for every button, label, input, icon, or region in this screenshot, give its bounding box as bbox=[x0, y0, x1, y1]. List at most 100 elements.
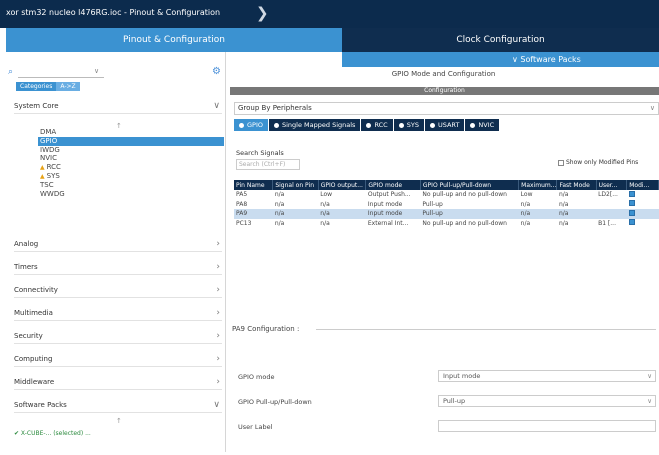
column-header[interactable]: Pin Name bbox=[234, 180, 274, 190]
list-item-rcc[interactable]: ▲ RCC bbox=[38, 163, 224, 172]
gear-icon[interactable]: ⚙ bbox=[212, 66, 221, 77]
category-label: Analog bbox=[14, 240, 39, 248]
configuration-bar: Configuration bbox=[230, 87, 659, 95]
tab-label: Single Mapped Signals bbox=[282, 121, 356, 129]
group-by-select[interactable]: Group By Peripherals ∨ bbox=[234, 102, 659, 115]
tab-categories[interactable]: Categories bbox=[16, 82, 57, 91]
table-cell: n/a bbox=[320, 200, 330, 208]
table-row[interactable]: PA8 n/a n/a Input mode Pull-up n/a n/a bbox=[234, 200, 659, 210]
category-software-packs[interactable]: Software Packs ∨ bbox=[14, 400, 222, 413]
tab-sys[interactable]: SYS bbox=[393, 119, 424, 131]
column-header[interactable]: GPIO Pull-up/Pull-down bbox=[420, 180, 520, 190]
software-pack-item[interactable]: ✔ X-CUBE-... (selected) ... bbox=[14, 430, 91, 437]
chevron-right-icon: › bbox=[216, 308, 220, 318]
chevron-right-icon: › bbox=[216, 331, 220, 341]
table-row[interactable]: PA5 n/a Low Output Push... No pull-up an… bbox=[234, 190, 659, 200]
chevron-down-icon: ∨ bbox=[649, 104, 655, 112]
modified-checkbox-icon[interactable] bbox=[628, 219, 635, 226]
category-label: Timers bbox=[14, 263, 38, 271]
column-header[interactable]: Modi... bbox=[626, 180, 659, 190]
category-analog[interactable]: Analog › bbox=[14, 239, 222, 252]
tab-usart[interactable]: USART bbox=[424, 119, 465, 131]
table-cell: n/a bbox=[272, 209, 319, 219]
modified-checkbox-icon[interactable] bbox=[628, 190, 635, 197]
category-system-core[interactable]: System Core ∨ bbox=[14, 101, 222, 114]
column-header[interactable]: GPIO mode bbox=[365, 180, 421, 190]
gpio-pull-select[interactable]: Pull-up ∨ bbox=[438, 395, 656, 407]
tab-a-z[interactable]: A->Z bbox=[56, 82, 80, 91]
tab-label: RCC bbox=[374, 121, 388, 129]
status-dot-icon bbox=[470, 122, 476, 128]
status-dot-icon bbox=[429, 122, 435, 128]
table-cell: PA8 bbox=[236, 200, 248, 208]
list-item-iwdg[interactable]: IWDG bbox=[38, 146, 224, 155]
gpio-mode-select[interactable]: Input mode ∨ bbox=[438, 370, 656, 382]
divider bbox=[316, 329, 656, 330]
category-label: Software Packs bbox=[14, 401, 67, 409]
table-cell: PA5 bbox=[236, 191, 248, 199]
search-input[interactable] bbox=[18, 68, 104, 78]
search-signals-label: Search Signals bbox=[236, 149, 284, 157]
column-header[interactable]: GPIO output... bbox=[318, 180, 367, 190]
table-cell[interactable] bbox=[627, 219, 659, 229]
table-cell bbox=[596, 200, 627, 210]
category-label: Multimedia bbox=[14, 309, 53, 317]
chevron-right-icon: › bbox=[216, 377, 220, 387]
table-cell: n/a bbox=[274, 200, 285, 208]
column-header[interactable]: Signal on Pin bbox=[272, 180, 319, 190]
modified-checkbox-icon[interactable] bbox=[628, 209, 635, 216]
category-security[interactable]: Security › bbox=[14, 331, 222, 344]
list-item-sys[interactable]: ▲ SYS bbox=[38, 172, 224, 181]
system-core-list: DMA GPIO IWDG NVIC ▲ RCC ▲ SYS TSC WWDG bbox=[38, 128, 224, 198]
chevron-right-icon: › bbox=[216, 285, 220, 295]
tab-pinout-configuration[interactable]: Pinout & Configuration bbox=[6, 28, 342, 52]
warning-icon: ▲ bbox=[40, 172, 45, 180]
list-item-wwdg[interactable]: WWDG bbox=[38, 190, 224, 199]
table-cell bbox=[596, 209, 627, 219]
user-label-input[interactable] bbox=[438, 420, 656, 432]
tab-single-mapped-signals[interactable]: Single Mapped Signals bbox=[269, 119, 361, 131]
category-middleware[interactable]: Middleware › bbox=[14, 377, 222, 390]
table-row-selected[interactable]: PA9 n/a n/a Input mode Pull-up n/a n/a bbox=[234, 209, 659, 219]
table-cell: Pull-up bbox=[422, 200, 443, 208]
table-cell: n/a bbox=[274, 219, 285, 227]
list-item-tsc[interactable]: TSC bbox=[38, 181, 224, 190]
table-cell: n/a bbox=[558, 200, 569, 208]
tab-rcc[interactable]: RCC bbox=[361, 119, 393, 131]
search-signals-input[interactable]: Search (Ctrl+F) bbox=[236, 159, 300, 170]
tab-gpio[interactable]: GPIO bbox=[234, 119, 268, 131]
table-cell: Output Push... bbox=[367, 191, 411, 199]
chevron-down-icon[interactable]: ∨ bbox=[94, 67, 99, 75]
table-cell: n/a bbox=[318, 209, 366, 219]
category-label: Middleware bbox=[14, 378, 55, 386]
category-label: Connectivity bbox=[14, 286, 58, 294]
column-header[interactable]: Maximum... bbox=[518, 180, 558, 190]
list-item-dma[interactable]: DMA bbox=[38, 128, 224, 137]
sort-icon[interactable]: ↑ bbox=[116, 417, 122, 425]
table-cell[interactable] bbox=[626, 209, 659, 219]
column-header[interactable]: Fast Mode bbox=[556, 180, 597, 190]
table-cell[interactable] bbox=[627, 200, 659, 210]
modified-checkbox-icon[interactable] bbox=[628, 200, 635, 207]
list-item-gpio[interactable]: GPIO bbox=[38, 136, 224, 146]
category-connectivity[interactable]: Connectivity › bbox=[14, 285, 222, 298]
table-cell: n/a bbox=[274, 191, 285, 199]
list-item-nvic[interactable]: NVIC bbox=[38, 154, 224, 163]
category-timers[interactable]: Timers › bbox=[14, 262, 222, 275]
tab-nvic[interactable]: NVIC bbox=[465, 119, 500, 131]
category-multimedia[interactable]: Multimedia › bbox=[14, 308, 222, 321]
checkbox-icon[interactable] bbox=[558, 159, 564, 166]
category-computing[interactable]: Computing › bbox=[14, 354, 222, 367]
table-cell: Input mode bbox=[367, 200, 403, 208]
category-label: System Core bbox=[14, 102, 59, 110]
column-header[interactable]: User... bbox=[596, 180, 628, 190]
select-value: Input mode bbox=[443, 372, 481, 380]
table-row[interactable]: PC13 n/a n/a External Int... No pull-up … bbox=[234, 219, 659, 229]
tab-clock-configuration[interactable]: Clock Configuration bbox=[342, 28, 659, 52]
table-cell: n/a bbox=[320, 219, 330, 227]
table-cell[interactable] bbox=[627, 190, 659, 200]
user-label-label: User Label bbox=[238, 423, 273, 431]
show-modified-checkbox[interactable]: Show only Modified Pins bbox=[558, 159, 638, 166]
software-packs-button[interactable]: ∨ Software Packs bbox=[342, 52, 659, 67]
mode-title: GPIO Mode and Configuration bbox=[391, 70, 496, 78]
